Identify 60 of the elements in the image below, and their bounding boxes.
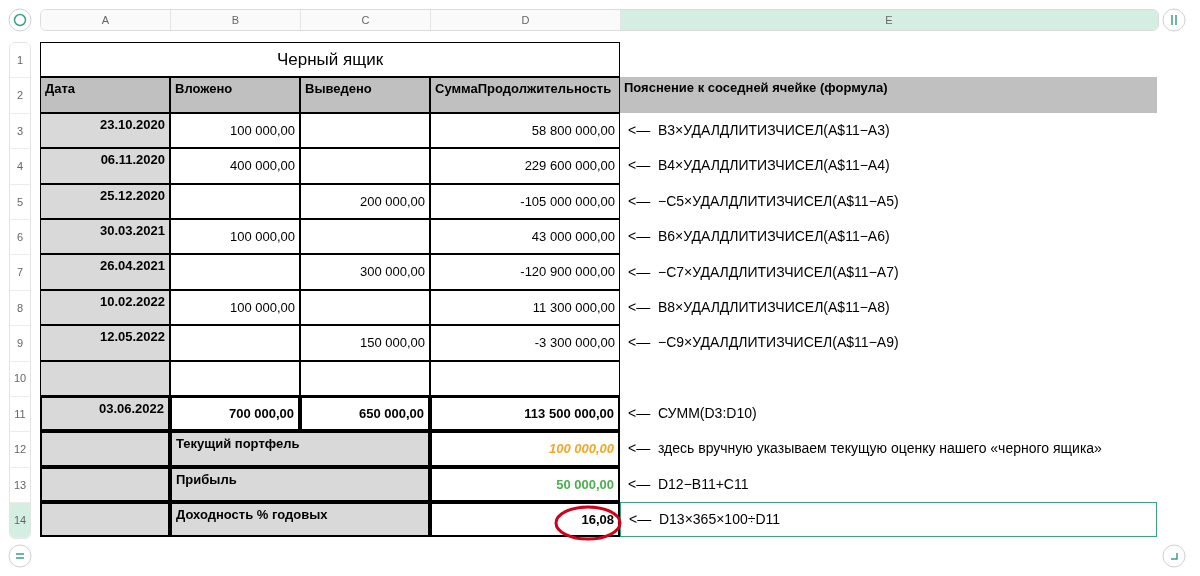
table-cell-text: <— D12−B11+C11	[627, 474, 750, 494]
table-cell: 58 800 000,00	[430, 112, 620, 149]
row-header[interactable]: 14	[10, 503, 30, 539]
column-header[interactable]: E	[621, 10, 1158, 30]
table-cell: -3 300 000,00	[430, 325, 620, 361]
table-cell: 10.02.2022	[40, 289, 170, 326]
table-cell: 26.04.2021	[40, 254, 170, 290]
table-cell: 100 000,00	[170, 218, 300, 255]
table-title: Черный ящик	[40, 42, 620, 78]
table-cell-text: <— B6×УДАЛДЛИТИЗЧИСЕЛ(A$11−A6)	[627, 227, 891, 247]
table-cell: 700 000,00	[170, 395, 300, 432]
equals-icon[interactable]	[8, 544, 32, 568]
table-cell-text: <— −C9×УДАЛДЛИТИЗЧИСЕЛ(A$11−A9)	[627, 333, 900, 353]
table-cell-text: <— B3×УДАЛДЛИТИЗЧИСЕЛ(A$11−A3)	[627, 120, 891, 140]
column-title: Пояснение к соседней ячейке (формула)	[620, 77, 1157, 113]
column-header[interactable]: D	[431, 10, 621, 30]
cell-value: 16,08	[581, 511, 614, 529]
column-title: Вложено	[170, 77, 300, 113]
table-cell-text: <— здесь вручную указываем текущую оценку нашего «черного ящика»	[627, 439, 1103, 459]
table-cell: 200 000,00	[300, 183, 430, 219]
pause-icon[interactable]	[1162, 8, 1186, 32]
table-cell: 30.03.2021	[40, 218, 170, 255]
table-cell: 100 000,00	[170, 112, 300, 149]
table-cell: <— D13×365×100÷D11	[620, 502, 1157, 538]
table-cell: 113 500 000,00	[430, 395, 620, 432]
table-cell: Текущий портфель	[170, 431, 430, 467]
table-cell: Доходность % годовых	[170, 502, 430, 538]
select-all-icon[interactable]	[8, 8, 32, 32]
column-header[interactable]: B	[171, 10, 301, 30]
column-title: Выведено	[300, 77, 430, 113]
table-cell: 150 000,00	[300, 325, 430, 361]
table-cell: 229 600 000,00	[430, 148, 620, 184]
column-title: Дата	[40, 77, 170, 113]
row-header[interactable]: 1	[10, 43, 30, 79]
column-header[interactable]: C	[301, 10, 431, 30]
column-title: СуммаПродолжительность	[430, 77, 620, 113]
table-cell-text: <— СУММ(D3:D10)	[627, 404, 758, 424]
table-cell: 03.06.2022	[40, 395, 170, 432]
table-cell: -105 000 000,00	[430, 183, 620, 219]
highlight-ellipse	[554, 505, 622, 542]
table-cell: 43 000 000,00	[430, 218, 620, 255]
table-cell: 06.11.2020	[40, 148, 170, 184]
table-cell: 400 000,00	[170, 148, 300, 184]
cell-value: 100 000,00	[548, 440, 614, 459]
table-cell-text: <— −C5×УДАЛДЛИТИЗЧИСЕЛ(A$11−A5)	[627, 191, 900, 211]
table-cell: -120 900 000,00	[430, 254, 620, 290]
cell-value: 50 000,00	[556, 475, 614, 494]
table-cell: 23.10.2020	[40, 112, 170, 149]
table-cell: 300 000,00	[300, 254, 430, 290]
table-cell: 11 300 000,00	[430, 289, 620, 326]
table-cell: 100 000,00	[170, 289, 300, 326]
table-cell: Прибыль	[170, 466, 430, 503]
corner-icon[interactable]	[1162, 544, 1186, 568]
column-header[interactable]: A	[41, 10, 171, 30]
table-cell: 650 000,00	[300, 395, 430, 432]
table-cell-text: <— B4×УДАЛДЛИТИЗЧИСЕЛ(A$11−A4)	[627, 156, 891, 176]
table-cell-text: <— B8×УДАЛДЛИТИЗЧИСЕЛ(A$11−A8)	[627, 297, 891, 317]
table-cell: 25.12.2020	[40, 183, 170, 219]
table-cell-text: <— −C7×УДАЛДЛИТИЗЧИСЕЛ(A$11−A7)	[627, 262, 900, 282]
table-cell: 12.05.2022	[40, 325, 170, 361]
